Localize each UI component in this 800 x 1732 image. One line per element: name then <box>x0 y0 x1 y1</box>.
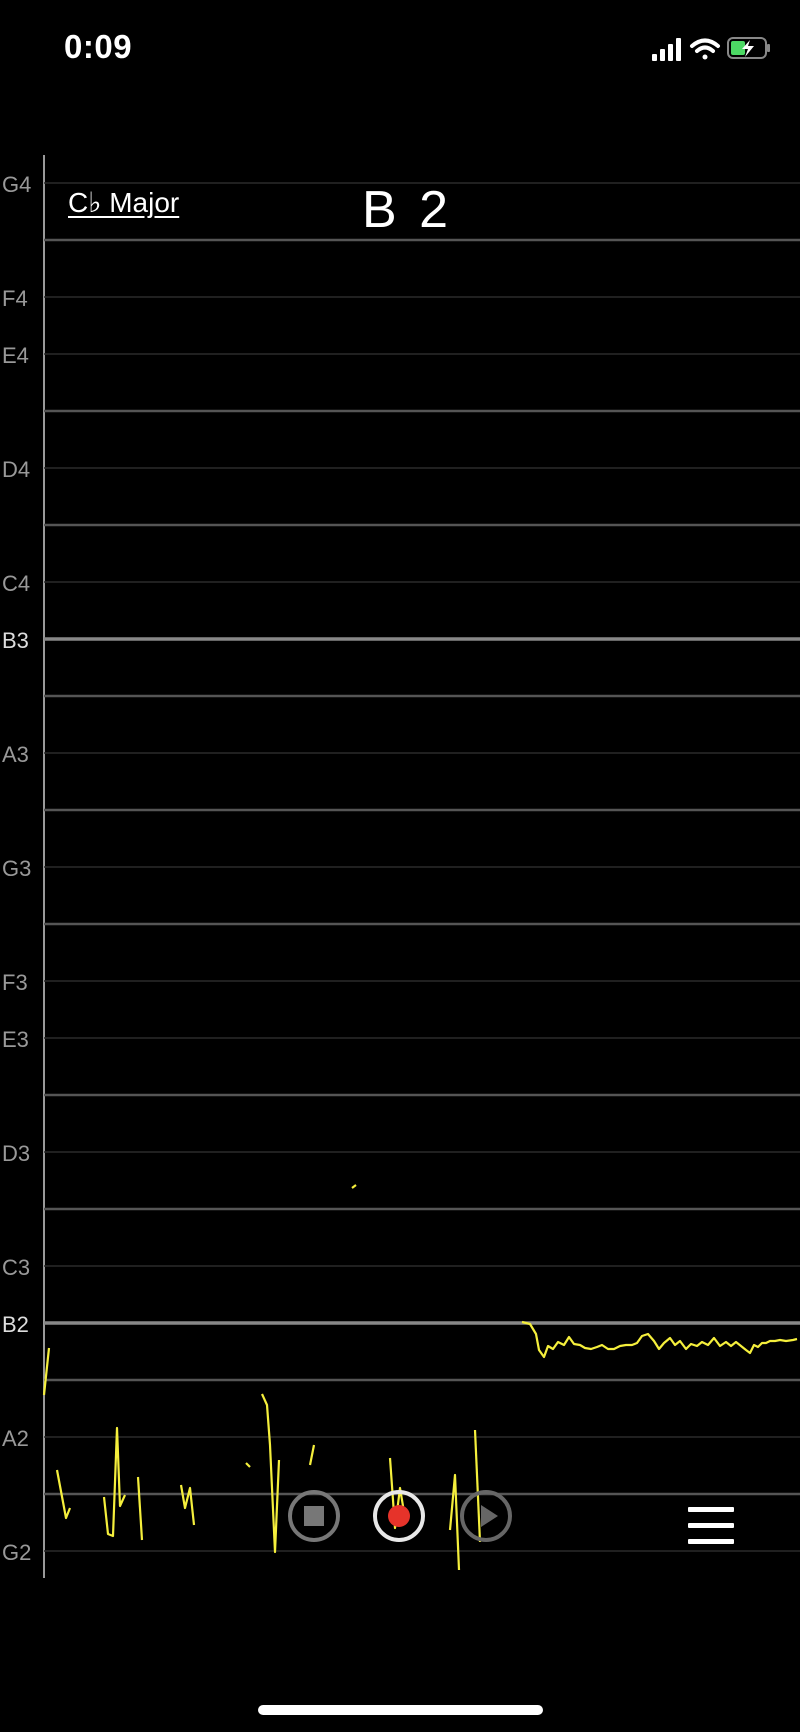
pitch-staff: G4F4E4D4C4B3A3G3F3E3D3C3B2A2G2 <box>2 155 800 1578</box>
pitch-trace-segment <box>351 1184 357 1189</box>
current-note: B 2 <box>362 181 453 239</box>
note-label-g3: G3 <box>2 856 31 881</box>
menu-button[interactable] <box>688 1507 734 1545</box>
transport-controls <box>0 1490 800 1560</box>
play-icon <box>481 1505 498 1527</box>
stop-button[interactable] <box>288 1490 340 1542</box>
play-button[interactable] <box>460 1490 512 1542</box>
key-selector[interactable]: C♭ Major <box>68 186 179 219</box>
pitch-trace-segment <box>308 1444 316 1466</box>
note-label-g4: G4 <box>2 172 31 197</box>
record-button[interactable] <box>373 1490 425 1542</box>
pitch-trace-segment <box>245 1462 251 1468</box>
note-label-a2: A2 <box>2 1426 29 1451</box>
stop-icon <box>304 1506 324 1526</box>
note-label-a3: A3 <box>2 742 29 767</box>
note-label-b3: B3 <box>2 628 29 653</box>
note-label-c4: C4 <box>2 571 30 596</box>
note-label-b2: B2 <box>2 1312 29 1337</box>
note-label-f4: F4 <box>2 286 28 311</box>
menu-icon <box>688 1507 734 1512</box>
note-label-d3: D3 <box>2 1141 30 1166</box>
pitch-trace-segment <box>521 1320 798 1359</box>
home-indicator[interactable] <box>258 1705 543 1715</box>
note-label-d4: D4 <box>2 457 30 482</box>
note-label-f3: F3 <box>2 970 28 995</box>
note-label-c3: C3 <box>2 1255 30 1280</box>
note-label-e4: E4 <box>2 343 29 368</box>
note-label-e3: E3 <box>2 1027 29 1052</box>
record-icon <box>388 1505 410 1527</box>
